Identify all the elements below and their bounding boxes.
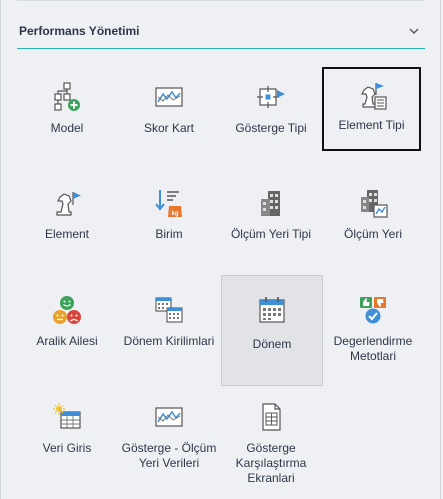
- chevron-down-icon[interactable]: [407, 24, 421, 38]
- tile-element-tipi[interactable]: Element Tipi: [322, 67, 421, 151]
- tile-gosterge-olcum-yeri-verileri[interactable]: Gösterge - Ölçüm Yeri Verileri: [118, 388, 220, 490]
- tile-label: Ölçüm Yeri Tipi: [230, 227, 312, 241]
- tile-birim[interactable]: kg Birim: [118, 174, 220, 276]
- tile-label: Aralik Ailesi: [36, 334, 98, 348]
- section-title: Performans Yönetimi: [19, 24, 140, 38]
- chess-knight-flag-icon: [52, 188, 82, 218]
- scorecard-chart-icon: [154, 82, 184, 112]
- tile-donem[interactable]: Dönem: [221, 275, 323, 386]
- tile-label: Skor Kart: [143, 121, 194, 135]
- top-divider: [17, 0, 424, 1]
- calendar-icon: [257, 295, 287, 325]
- indicator-type-icon: [256, 82, 286, 112]
- tile-label: Dönem: [252, 337, 292, 351]
- building-chart-icon: [358, 188, 388, 218]
- tile-skor-kart[interactable]: Skor Kart: [118, 68, 220, 170]
- section-header[interactable]: Performans Yönetimi: [17, 14, 425, 49]
- svg-text:kg: kg: [171, 211, 178, 217]
- tile-label: Gösterge Karşılaştırma Ekranlari: [235, 441, 307, 485]
- document-compare-icon: [256, 402, 286, 432]
- tile-label: Element: [44, 227, 90, 241]
- tile-label: Gösterge - Ölçüm Yeri Verileri: [121, 441, 217, 470]
- tile-veri-giris[interactable]: Veri Giris: [16, 388, 118, 490]
- tile-gosterge-tipi[interactable]: Gösterge Tipi: [220, 68, 322, 170]
- model-hierarchy-icon: [52, 82, 82, 112]
- tile-label: Model: [50, 121, 84, 135]
- tile-label: Dönem Kirilimlari: [123, 334, 215, 348]
- tile-label: Gösterge Tipi: [235, 121, 307, 135]
- tile-label: Birim: [155, 227, 183, 241]
- data-entry-sun-icon: [52, 402, 82, 432]
- tile-label: Veri Giris: [42, 441, 92, 455]
- tile-label: Degerlendirme Metotlari: [333, 334, 413, 363]
- unit-kg-sort-icon: kg: [154, 188, 184, 218]
- tile-label: Element Tipi: [338, 118, 405, 132]
- tile-olcum-yeri-tipi[interactable]: Ölçüm Yeri Tipi: [220, 174, 322, 276]
- performance-panel: Performans Yönetimi Model Skor Kart Göst…: [1, 0, 440, 499]
- calendar-grid-icon: [154, 295, 184, 325]
- tile-element[interactable]: Element: [16, 174, 118, 276]
- thumbs-check-icon: [358, 295, 388, 325]
- tile-label: Ölçüm Yeri: [343, 227, 403, 241]
- tile-degerlendirme-metotlari[interactable]: Degerlendirme Metotlari: [322, 281, 424, 383]
- panel-border-right: [440, 0, 441, 499]
- tile-aralik-ailesi[interactable]: Aralik Ailesi: [16, 281, 118, 383]
- element-type-icon: [357, 81, 387, 111]
- chart-data-icon: [154, 402, 184, 432]
- smileys-icon: [52, 295, 82, 325]
- tile-olcum-yeri[interactable]: Ölçüm Yeri: [322, 174, 424, 276]
- tile-model[interactable]: Model: [16, 68, 118, 170]
- tile-donem-kirilimlari[interactable]: Dönem Kirilimlari: [118, 281, 220, 383]
- building-icon: [256, 188, 286, 218]
- tile-gosterge-karsilastirma-ekranlari[interactable]: Gösterge Karşılaştırma Ekranlari: [220, 388, 322, 490]
